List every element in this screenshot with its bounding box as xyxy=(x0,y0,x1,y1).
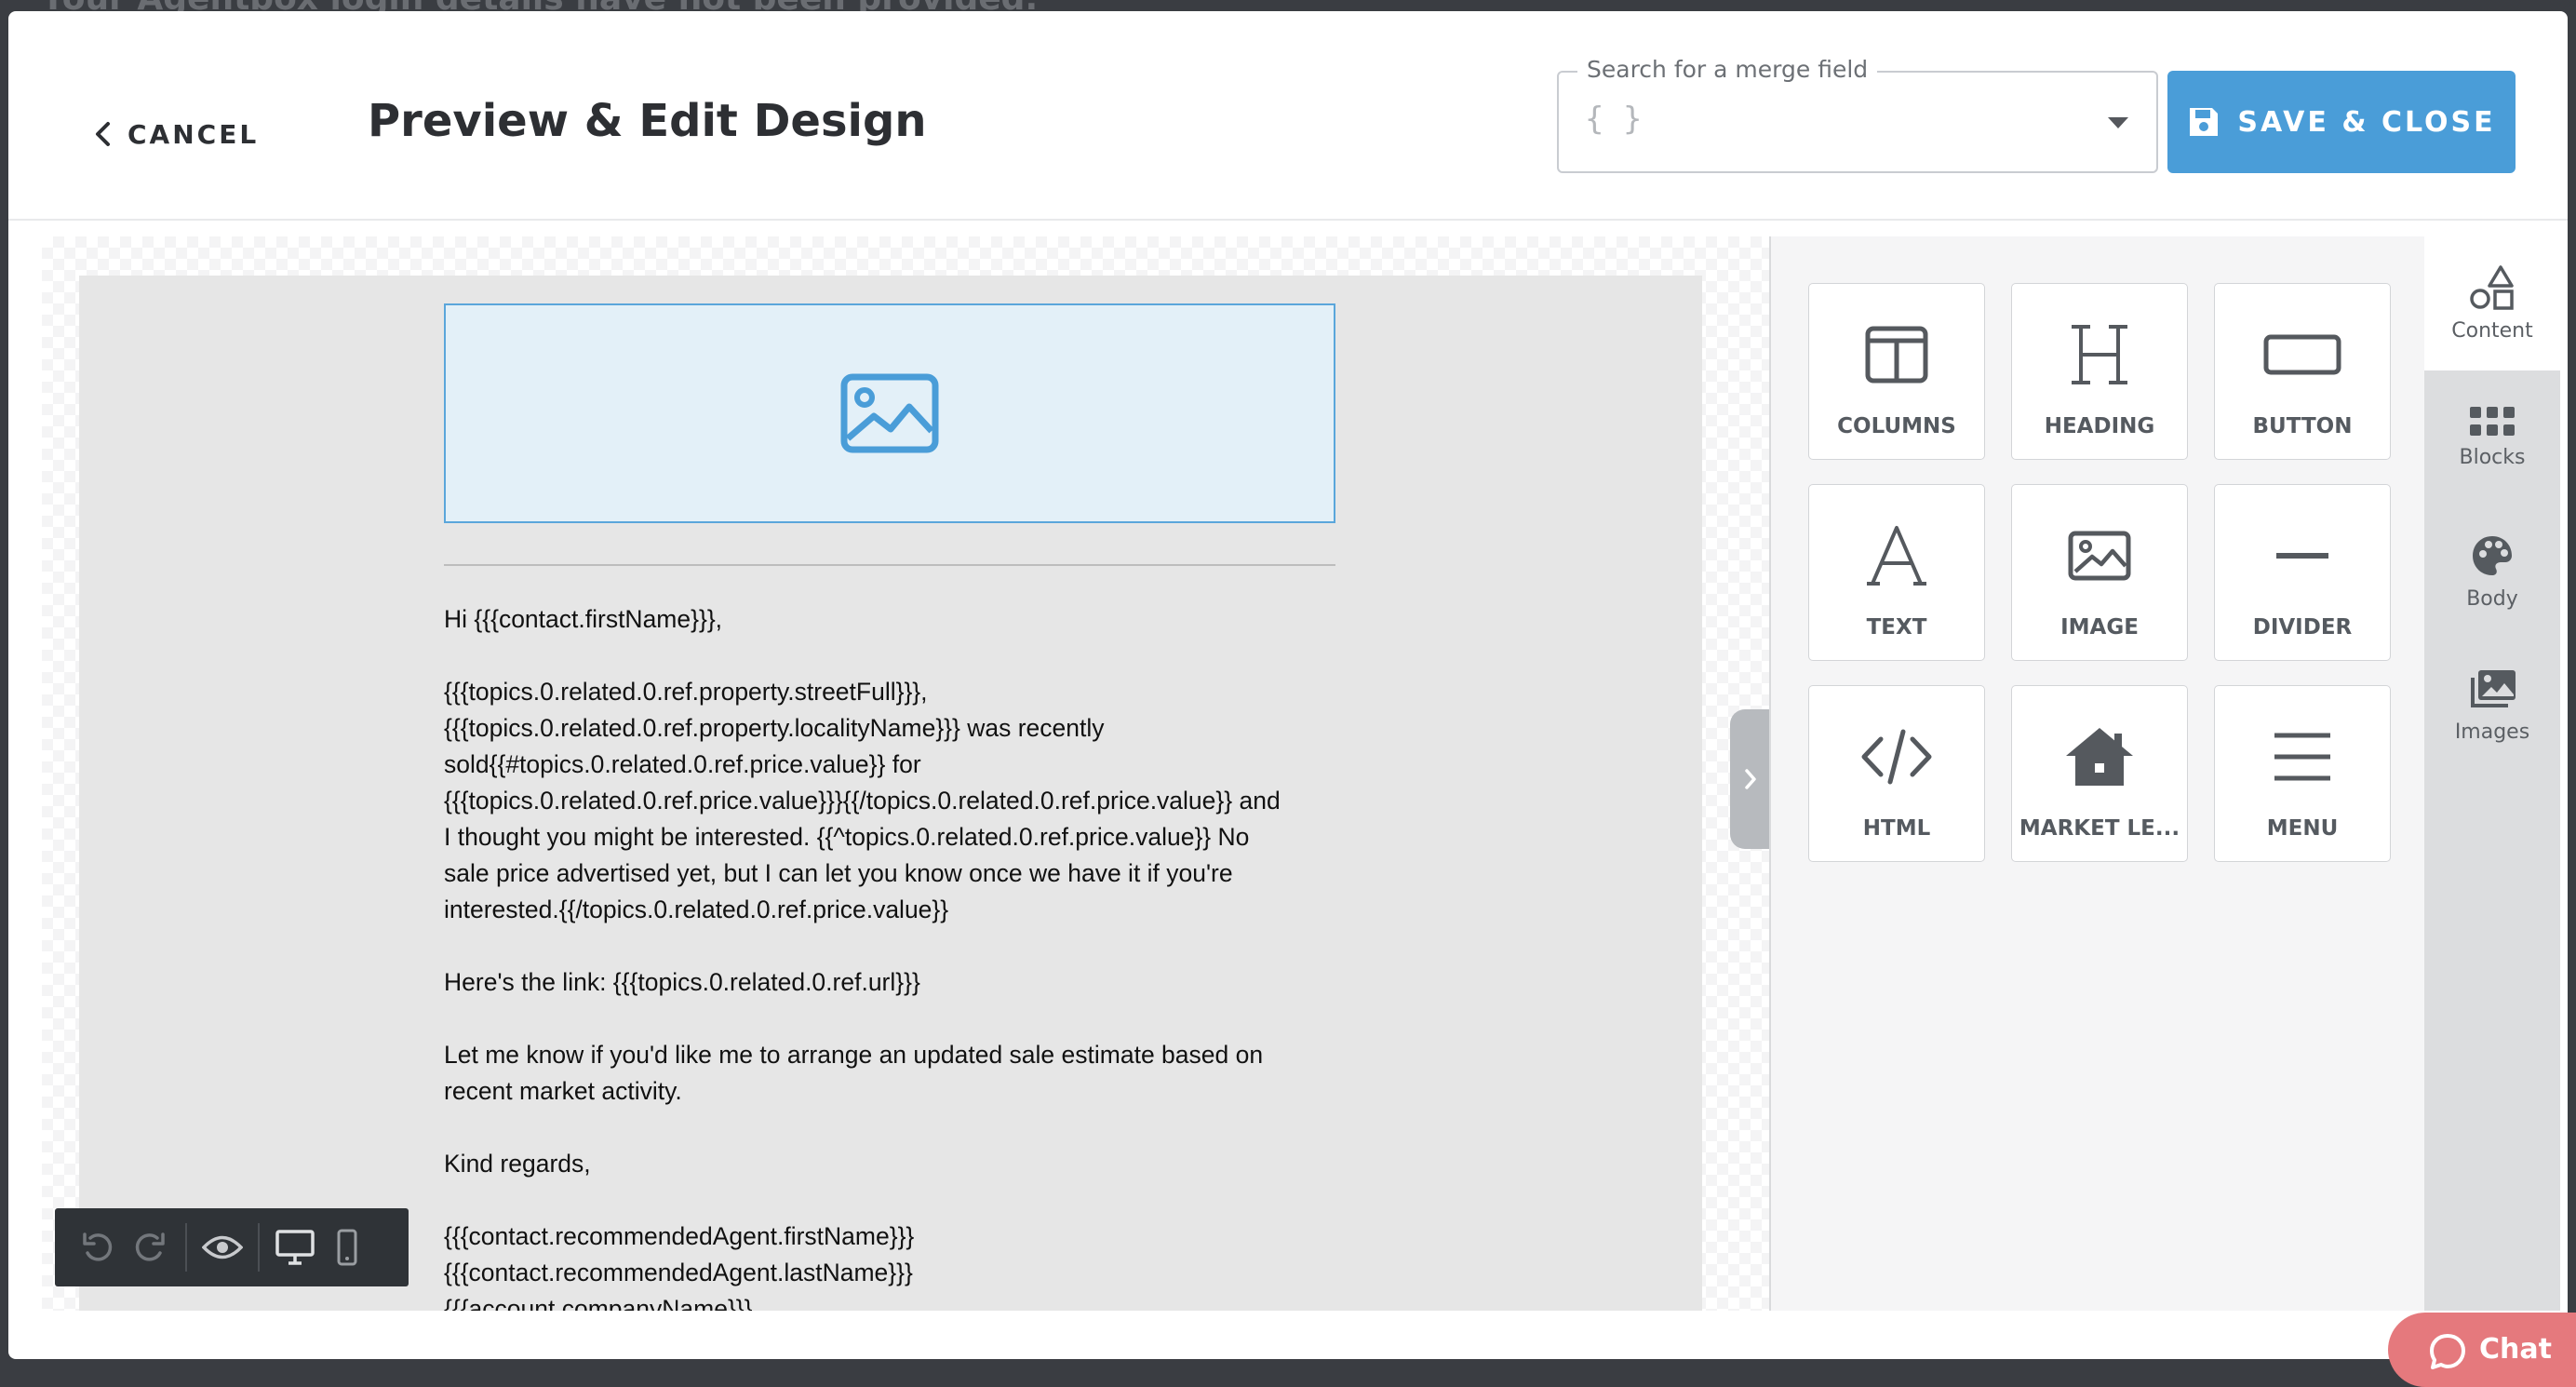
redo-button[interactable] xyxy=(124,1221,176,1273)
tool-label: BUTTON xyxy=(2252,414,2353,438)
image-icon xyxy=(2068,531,2131,581)
mobile-icon xyxy=(337,1229,357,1266)
email-line: {{{account.companyName}}} xyxy=(444,1295,753,1311)
redo-icon xyxy=(135,1232,165,1261)
desktop-icon xyxy=(275,1230,315,1265)
email-paragraph: Let me know if you'd like me to arrange … xyxy=(444,1037,1335,1110)
toolbar-separator xyxy=(185,1223,187,1272)
tab-images[interactable]: Images xyxy=(2424,639,2560,773)
palette-icon xyxy=(2473,535,2512,575)
chevron-left-icon xyxy=(96,122,110,146)
email-line: {{{topics.0.related.0.ref.property.stree… xyxy=(444,678,928,706)
email-line: {{{contact.recommendedAgent.firstName}}} xyxy=(444,1222,915,1250)
tool-label: MARKET LE... xyxy=(2019,816,2180,841)
email-line: interested.{{/topics.0.related.0.ref.pri… xyxy=(444,895,949,923)
tab-label: Blocks xyxy=(2459,445,2526,469)
images-icon xyxy=(2471,669,2516,707)
dropdown-caret-icon[interactable] xyxy=(2108,117,2128,128)
email-preview: Hi {{{contact.firstName}}}, {{{topics.0.… xyxy=(79,276,1702,1311)
button-icon xyxy=(2263,334,2341,375)
cancel-label: CANCEL xyxy=(127,118,260,150)
heading-icon xyxy=(2072,325,2127,384)
email-divider xyxy=(444,564,1335,566)
email-line: sold{{#topics.0.related.0.ref.price.valu… xyxy=(444,750,921,778)
tool-columns[interactable]: COLUMNS xyxy=(1808,283,1985,460)
header-divider xyxy=(8,219,2568,221)
side-tabs: Content Blocks Body Images xyxy=(2424,236,2560,1311)
tool-label: HEADING xyxy=(2044,414,2155,438)
mobile-view-button[interactable] xyxy=(321,1221,373,1273)
tool-label: COLUMNS xyxy=(1837,414,1956,438)
merge-field-value: { } xyxy=(1585,101,1643,138)
image-icon xyxy=(840,373,939,453)
tool-label: TEXT xyxy=(1866,615,1927,640)
chat-button[interactable]: Chat xyxy=(2388,1313,2576,1387)
tab-body[interactable]: Body xyxy=(2424,505,2560,639)
tool-label: DIVIDER xyxy=(2252,615,2353,640)
merge-field-search[interactable]: Search for a merge field { } xyxy=(1557,56,2158,173)
menu-icon xyxy=(2274,733,2330,781)
page-title: Preview & Edit Design xyxy=(368,95,927,147)
tool-html[interactable]: HTML xyxy=(1808,685,1985,862)
floppy-disk-icon xyxy=(2190,108,2219,136)
toolbar-separator xyxy=(258,1223,260,1272)
eye-icon xyxy=(202,1235,243,1259)
email-signature: {{{contact.recommendedAgent.firstName}}}… xyxy=(444,1219,1335,1311)
tool-heading[interactable]: HEADING xyxy=(2011,283,2188,460)
tool-menu[interactable]: MENU xyxy=(2214,685,2391,862)
chat-bubble-icon xyxy=(2430,1334,2465,1369)
save-and-close-button[interactable]: SAVE & CLOSE xyxy=(2167,71,2516,173)
tool-divider[interactable]: DIVIDER xyxy=(2214,484,2391,661)
email-line: {{{contact.recommendedAgent.lastName}}} xyxy=(444,1259,913,1286)
tab-content[interactable]: Content xyxy=(2424,236,2560,370)
preview-button[interactable] xyxy=(196,1221,248,1273)
design-editor-modal: CANCEL Preview & Edit Design Search for … xyxy=(8,11,2568,1359)
tool-label: IMAGE xyxy=(2060,615,2139,640)
email-line: {{{topics.0.related.0.ref.property.local… xyxy=(444,714,1105,742)
cancel-button[interactable]: CANCEL xyxy=(94,114,259,155)
chevron-right-icon xyxy=(1745,769,1756,789)
editor-toolbar xyxy=(55,1208,409,1286)
email-line: recent market activity. xyxy=(444,1077,682,1105)
shapes-icon xyxy=(2470,264,2514,310)
save-and-close-label: SAVE & CLOSE xyxy=(2237,105,2496,139)
undo-icon xyxy=(83,1232,113,1261)
code-icon xyxy=(1861,729,1932,785)
email-line: sale price advertised yet, but I can let… xyxy=(444,859,1233,887)
image-placeholder-block[interactable] xyxy=(444,303,1335,523)
desktop-view-button[interactable] xyxy=(269,1221,321,1273)
email-signoff: Kind regards, xyxy=(444,1150,591,1178)
tab-label: Body xyxy=(2466,586,2518,611)
grid-icon xyxy=(2470,406,2515,436)
undo-button[interactable] xyxy=(72,1221,124,1273)
email-paragraph: {{{topics.0.related.0.ref.property.stree… xyxy=(444,674,1335,928)
house-icon xyxy=(2066,728,2133,786)
tab-blocks[interactable]: Blocks xyxy=(2424,370,2560,505)
content-tools-panel: COLUMNS HEADING BUTTON TEXT IMAGE DIVIDE… xyxy=(1769,236,2424,1311)
tool-market-leads[interactable]: MARKET LE... xyxy=(2011,685,2188,862)
tab-label: Content xyxy=(2451,318,2533,343)
email-text-block[interactable]: Hi {{{contact.firstName}}}, {{{topics.0.… xyxy=(444,601,1335,1311)
collapse-panel-button[interactable] xyxy=(1730,709,1771,849)
divider-icon xyxy=(2276,553,2328,559)
email-line: Let me know if you'd like me to arrange … xyxy=(444,1041,1264,1069)
email-line: {{{topics.0.related.0.ref.price.value}}}… xyxy=(444,787,1281,815)
tool-text[interactable]: TEXT xyxy=(1808,484,1985,661)
chat-label: Chat xyxy=(2479,1333,2552,1366)
tool-label: MENU xyxy=(2266,816,2339,841)
tool-image[interactable]: IMAGE xyxy=(2011,484,2188,661)
tab-label: Images xyxy=(2454,720,2530,744)
columns-icon xyxy=(1865,326,1928,384)
merge-field-legend: Search for a merge field xyxy=(1577,56,1878,83)
tool-button[interactable]: BUTTON xyxy=(2214,283,2391,460)
email-greeting: Hi {{{contact.firstName}}}, xyxy=(444,605,723,633)
email-line: I thought you might be interested. {{^to… xyxy=(444,823,1250,851)
email-link-line: Here's the link: {{{topics.0.related.0.r… xyxy=(444,968,920,996)
text-icon xyxy=(1867,526,1926,586)
tool-label: HTML xyxy=(1862,816,1931,841)
